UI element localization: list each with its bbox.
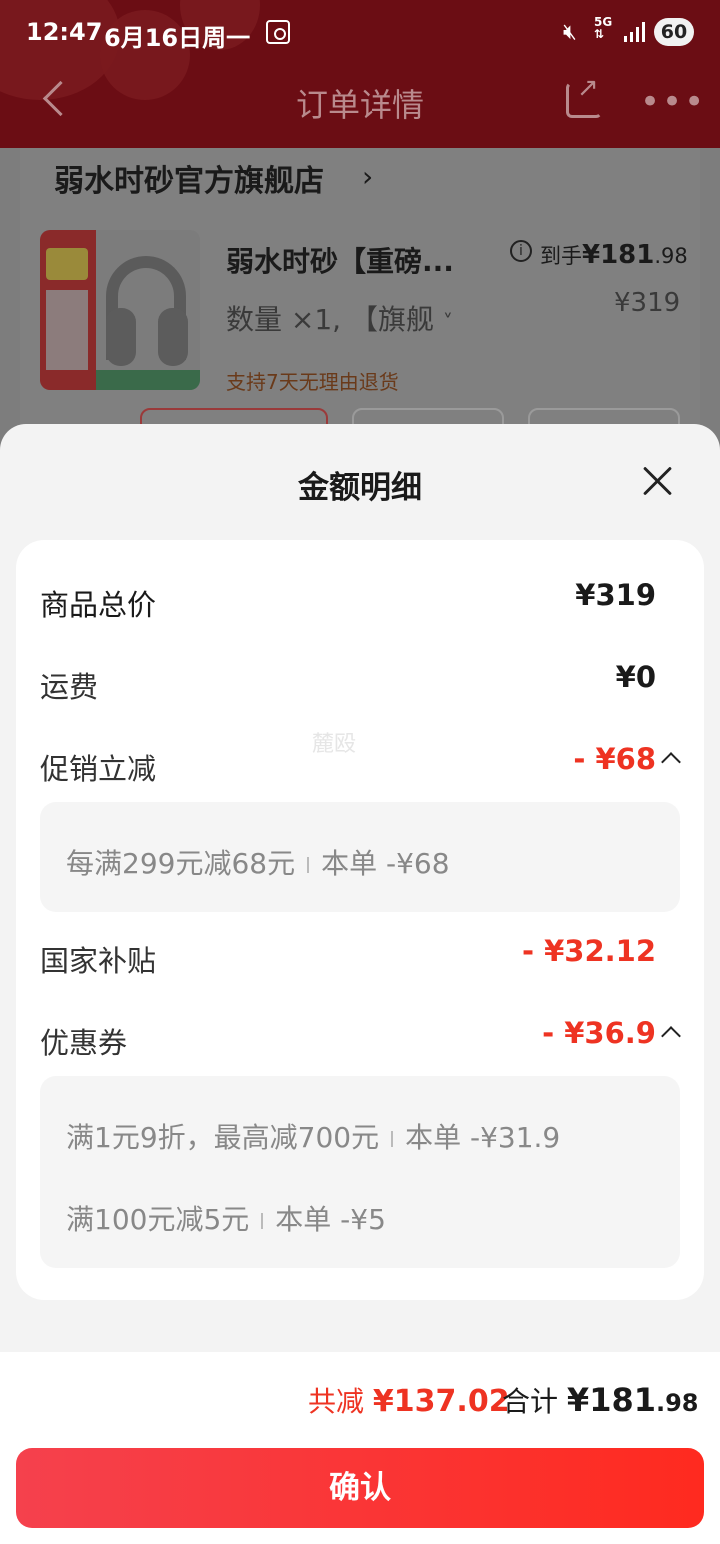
more-icon[interactable]: •••: [640, 82, 706, 122]
status-time: 12:47: [26, 18, 103, 46]
network-5g-icon: 5G ⇅: [594, 15, 613, 41]
original-price: ¥319: [614, 288, 681, 318]
promo-price-panel: [46, 290, 88, 370]
sheet-title: 金额明细: [298, 470, 422, 506]
total-discount: 共减 ¥137.02: [308, 1384, 510, 1419]
promo-badge: [46, 248, 88, 280]
promo-detail-box: 每满299元减68元 本单 -¥68: [40, 802, 680, 912]
product-image[interactable]: [40, 230, 200, 390]
mute-icon: 🔇︎: [563, 20, 577, 45]
watermark: 麓殴: [312, 732, 357, 757]
product-spec[interactable]: 数量 ×1, 【旗舰 ˅: [226, 298, 453, 338]
chevron-down-icon: ˅: [442, 310, 453, 334]
page-title: 订单详情: [295, 86, 424, 124]
battery-indicator: 60: [654, 18, 694, 46]
chevron-right-icon: ›: [362, 160, 374, 193]
total-amount: 合计 ¥181.98: [502, 1381, 699, 1419]
coupon-detail-line: 满100元减5元 本单 -¥5: [66, 1203, 386, 1236]
coupon-label: 优惠券: [40, 1026, 128, 1060]
coupon-detail-box: 满1元9折，最高减700元 本单 -¥31.9 满100元减5元 本单 -¥5: [40, 1076, 680, 1268]
status-date: 6月16日周一: [104, 24, 251, 52]
shipping-value: ¥0: [615, 660, 656, 694]
info-icon[interactable]: i: [510, 240, 532, 262]
product-title[interactable]: 弱水时砂【重磅...: [226, 240, 454, 280]
coupon-detail-line: 满1元9折，最高减700元 本单 -¥31.9: [66, 1121, 561, 1154]
promo-discount-value[interactable]: - ¥68: [573, 742, 656, 776]
confirm-button[interactable]: 确认: [16, 1448, 704, 1528]
final-price: 到手¥181.98: [540, 240, 688, 270]
signal-icon: [624, 22, 646, 42]
subtotal-label: 商品总价: [40, 588, 157, 622]
subtotal-value: ¥319: [575, 578, 656, 612]
shop-name[interactable]: 弱水时砂官方旗舰店: [54, 156, 324, 200]
subsidy-label: 国家补贴: [40, 944, 157, 978]
screenshot-icon: [266, 20, 290, 44]
ear-cup-right: [158, 308, 188, 366]
subsidy-value: - ¥32.12: [521, 934, 656, 968]
ear-cup-left: [106, 308, 136, 366]
status-bar: 12:47 6月16日周一 🔇︎ 5G ⇅ 60: [0, 0, 720, 68]
return-policy: 支持7天无理由退货: [226, 370, 399, 394]
shipping-label: 运费: [40, 670, 99, 704]
promo-strip: [96, 370, 200, 390]
share-icon[interactable]: [566, 73, 602, 118]
coupon-value[interactable]: - ¥36.9: [542, 1016, 656, 1050]
promo-discount-label: 促销立减: [40, 752, 157, 786]
close-icon[interactable]: [640, 464, 674, 498]
promo-detail-line: 每满299元减68元 本单 -¥68: [66, 847, 450, 880]
